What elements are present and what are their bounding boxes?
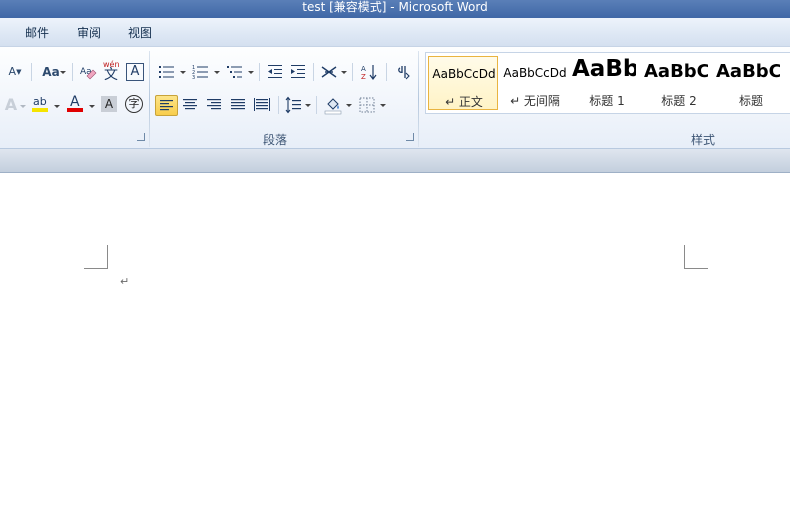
separator: [259, 63, 260, 81]
styles-gallery: AaBbCcDd ↵ 正文 AaBbCcDd ↵ 无间隔 AaBb 标题 1 A…: [425, 52, 790, 114]
paragraph-mark: ↵: [120, 275, 130, 288]
numbering-dropdown-icon[interactable]: [214, 71, 220, 74]
multilevel-dropdown-icon[interactable]: [248, 71, 254, 74]
increase-indent-icon[interactable]: [289, 63, 307, 81]
align-right-icon[interactable]: [205, 96, 223, 114]
window-title: test [兼容模式] - Microsoft Word: [302, 0, 488, 14]
separator: [278, 96, 279, 114]
paragraph-group-label: 段落: [263, 133, 288, 147]
svg-text:Z: Z: [361, 73, 366, 81]
font-color-swatch: [67, 108, 83, 112]
svg-text:3: 3: [192, 75, 195, 81]
style-no-spacing[interactable]: AaBbCcDd ↵ 无间隔: [500, 56, 570, 110]
tab-mailings[interactable]: 邮件: [25, 24, 49, 41]
separator: [72, 63, 73, 81]
document-page[interactable]: ↵: [0, 173, 790, 520]
sort-icon[interactable]: AZ: [360, 63, 378, 81]
font-dialog-launcher-icon[interactable]: [137, 133, 145, 141]
group-separator: [418, 51, 419, 147]
style-normal[interactable]: AaBbCcDd ↵ 正文: [428, 56, 498, 110]
enclose-characters-button[interactable]: 字: [125, 95, 143, 113]
borders-icon[interactable]: [358, 96, 376, 114]
line-spacing-icon[interactable]: [284, 96, 302, 114]
highlight-color-swatch: [32, 108, 48, 112]
group-separator: [149, 51, 150, 147]
style-title[interactable]: AaBbC 标题: [716, 56, 786, 110]
styles-group-label: 样式: [691, 133, 716, 147]
ribbon: A▼ Aa Aa wén 文 A A ab A A 字 1 2 3 A Z 段落…: [0, 46, 790, 149]
chinese-layout-icon[interactable]: [320, 63, 338, 81]
decrease-indent-icon[interactable]: [266, 63, 284, 81]
separator: [386, 63, 387, 81]
crop-mark-top-right: [684, 245, 708, 269]
paragraph-shading-icon[interactable]: [324, 95, 342, 115]
style-heading-2[interactable]: AaBbC 标题 2: [644, 56, 714, 110]
text-highlight-button[interactable]: ab: [31, 94, 49, 114]
ribbon-tabs: 邮件 审阅 视图: [0, 18, 790, 46]
separator: [313, 63, 314, 81]
separator: [316, 96, 317, 114]
change-case-dropdown-icon[interactable]: [60, 71, 66, 74]
tab-view[interactable]: 视图: [128, 24, 152, 41]
paragraph-dialog-launcher-icon[interactable]: [406, 133, 414, 141]
tab-review[interactable]: 审阅: [77, 24, 101, 41]
separator: [352, 63, 353, 81]
character-border-button[interactable]: A: [126, 63, 144, 81]
shrink-font-button[interactable]: A▼: [6, 63, 24, 81]
clear-formatting-icon[interactable]: Aa: [79, 63, 97, 81]
text-effects-button[interactable]: A: [2, 96, 20, 114]
justify-icon[interactable]: [229, 96, 247, 114]
character-shading-button[interactable]: A: [101, 96, 117, 112]
numbering-icon[interactable]: 123: [192, 63, 210, 81]
text-effects-dropdown-icon[interactable]: [20, 105, 26, 108]
bullets-dropdown-icon[interactable]: [180, 71, 186, 74]
bullets-icon[interactable]: [158, 63, 176, 81]
line-spacing-dropdown-icon[interactable]: [305, 104, 311, 107]
multilevel-list-icon[interactable]: [226, 63, 244, 81]
title-bar: test [兼容模式] - Microsoft Word: [0, 0, 790, 18]
borders-dropdown-icon[interactable]: [380, 104, 386, 107]
distributed-icon[interactable]: [253, 96, 271, 114]
font-color-button[interactable]: A: [66, 94, 84, 114]
show-formatting-marks-icon[interactable]: [394, 63, 412, 81]
highlight-dropdown-icon[interactable]: [54, 105, 60, 108]
shading-dropdown-icon[interactable]: [346, 104, 352, 107]
phonetic-guide-button[interactable]: wén 文: [102, 60, 122, 83]
align-left-button[interactable]: [155, 95, 178, 116]
separator: [31, 63, 32, 81]
chinese-layout-dropdown-icon[interactable]: [341, 71, 347, 74]
crop-mark-top-left: [84, 245, 108, 269]
style-heading-1[interactable]: AaBb 标题 1: [572, 56, 642, 110]
ruler-bar: [0, 149, 790, 173]
align-center-icon[interactable]: [181, 96, 199, 114]
font-color-dropdown-icon[interactable]: [89, 105, 95, 108]
svg-text:A: A: [361, 65, 366, 73]
